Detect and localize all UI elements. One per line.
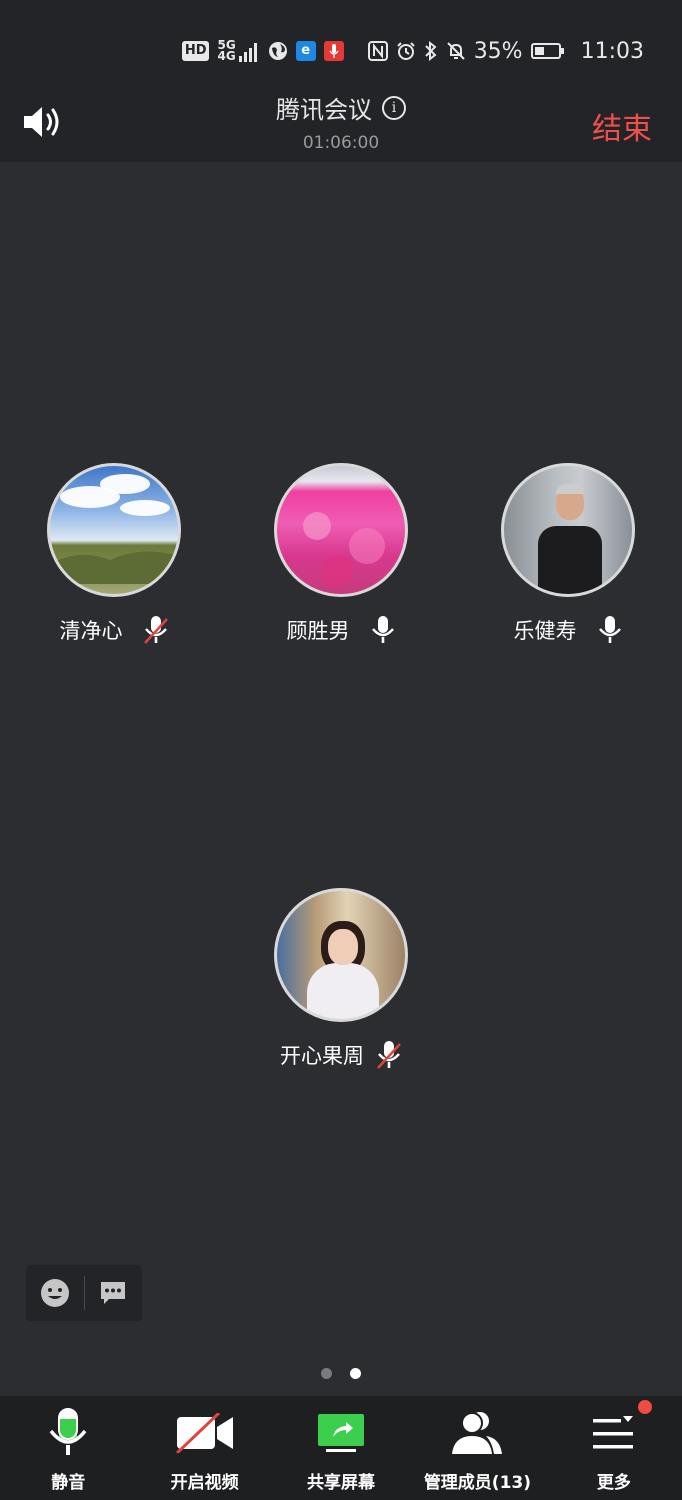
mic-muted-icon: [143, 616, 168, 644]
nfc-icon: [367, 41, 388, 61]
mic-active-icon: [49, 1408, 87, 1455]
chat-button[interactable]: [84, 1265, 142, 1321]
participant-tile[interactable]: 乐健寿: [468, 463, 668, 645]
manage-members-label: 管理成员(13): [423, 1473, 532, 1493]
emoji-icon: [40, 1279, 69, 1307]
participant-tile[interactable]: 顾胜男: [241, 463, 441, 645]
avatar: [47, 463, 181, 597]
reaction-bar: [26, 1265, 142, 1321]
emoji-button[interactable]: [26, 1265, 84, 1321]
avatar: [274, 888, 408, 1022]
video-off-icon: [175, 1413, 233, 1453]
page-dot-active[interactable]: [350, 1368, 361, 1379]
battery-icon: [530, 43, 564, 59]
signal-4g-label: 4G: [217, 49, 236, 63]
page-dot[interactable]: [321, 1368, 332, 1379]
manage-members-button[interactable]: 管理成员(13): [409, 1396, 545, 1500]
participant-name: 顾胜男: [286, 619, 350, 643]
mute-label: 静音: [51, 1473, 86, 1493]
start-video-button[interactable]: 开启视频: [136, 1396, 272, 1500]
participant-name: 开心果周: [280, 1044, 364, 1068]
share-screen-icon: [318, 1414, 365, 1452]
avatar: [274, 463, 408, 597]
meeting-title-area[interactable]: 腾讯会议 i 01:06:00: [0, 90, 682, 153]
battery-percent: 35%: [473, 38, 523, 64]
signal-icon: 5G 4G: [217, 39, 259, 63]
start-video-label: 开启视频: [170, 1473, 239, 1493]
more-label: 更多: [596, 1473, 631, 1493]
more-menu-icon: [592, 1416, 633, 1449]
participant-name: 清净心: [59, 619, 123, 643]
more-button[interactable]: 更多: [546, 1396, 682, 1500]
notification-dot: [638, 1400, 653, 1414]
status-bar: HD 5G 4G e 35% 11:03: [0, 0, 682, 100]
mic-icon: [371, 616, 394, 643]
globe-icon: [268, 42, 287, 60]
hd-badge: HD: [181, 41, 210, 61]
participant-name: 乐健寿: [513, 619, 577, 643]
chat-icon: [101, 1282, 126, 1304]
end-meeting-button[interactable]: 结束: [592, 104, 652, 148]
status-icons: HD 5G 4G e 35% 11:03: [181, 36, 644, 66]
mic-icon: [598, 616, 621, 643]
participant-tile[interactable]: 清净心: [14, 463, 214, 645]
bluetooth-icon: [424, 41, 437, 61]
info-icon[interactable]: i: [382, 95, 406, 120]
members-icon: [452, 1412, 503, 1454]
bottom-toolbar: 静音 开启视频 共享屏幕 管理成员(13) 更多: [0, 1396, 682, 1500]
mic-muted-icon: [377, 1041, 401, 1069]
participant-tile[interactable]: 开心果周: [241, 888, 441, 1070]
silent-bell-icon: [446, 42, 465, 60]
app-notification-icon: e: [295, 41, 316, 61]
share-screen-button[interactable]: 共享屏幕: [273, 1396, 409, 1500]
meeting-title: 腾讯会议: [276, 96, 372, 124]
alarm-icon: [396, 42, 415, 60]
mic-recording-icon: [323, 41, 344, 61]
mute-button[interactable]: 静音: [0, 1396, 136, 1500]
clock: 11:03: [580, 38, 644, 64]
avatar: [501, 463, 635, 597]
page-indicator: [0, 1368, 682, 1379]
share-screen-label: 共享屏幕: [307, 1473, 376, 1493]
meeting-timer: 01:06:00: [302, 133, 380, 153]
